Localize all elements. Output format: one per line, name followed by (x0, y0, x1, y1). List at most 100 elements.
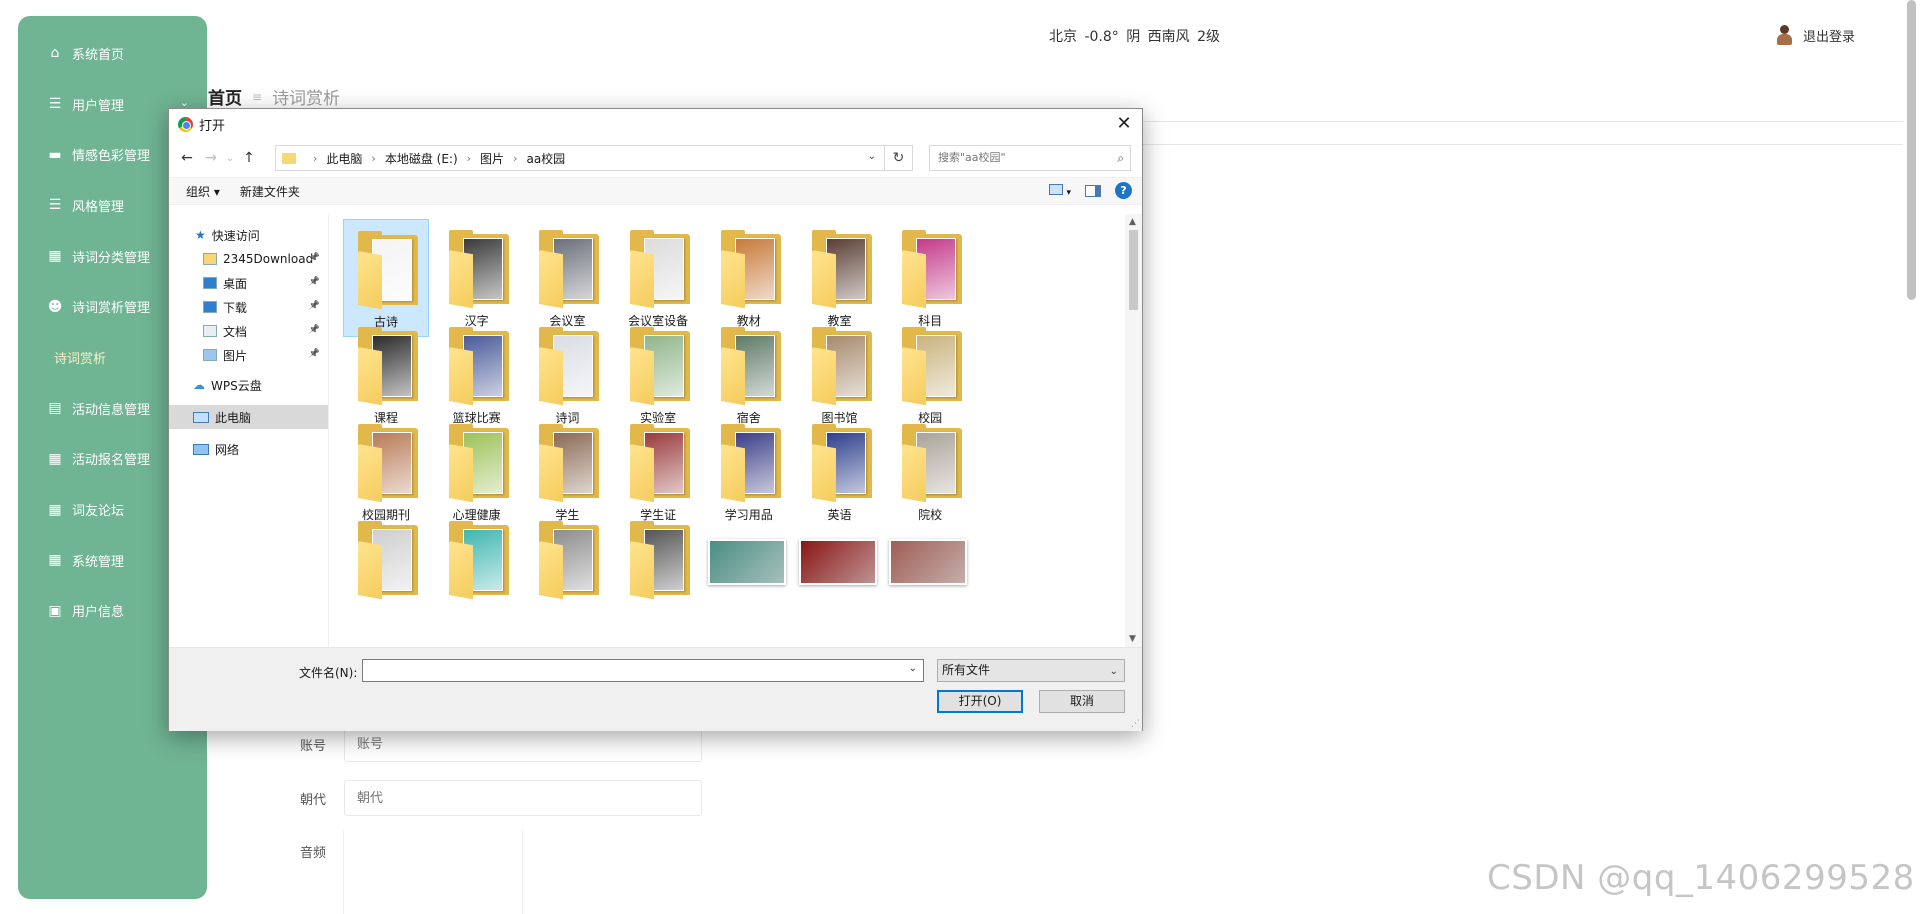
nav-this-pc[interactable]: 此电脑 (169, 405, 328, 429)
filename-input[interactable]: ⌄ (362, 659, 924, 682)
page-scrollbar-thumb[interactable] (1907, 0, 1916, 300)
nav-pinned-item[interactable]: 桌面 📌 (169, 271, 328, 295)
breadcrumb-current: 诗词赏析 (272, 89, 341, 109)
sidebar-item-label: 活动报名管理 (72, 453, 151, 469)
grid-icon: ▦ (48, 552, 62, 569)
chevron-down-icon[interactable]: ⌄ (909, 663, 917, 674)
folder-icon (713, 422, 785, 503)
sidebar-item-0[interactable]: ⌂ 系统首页 (18, 28, 207, 79)
sidebar-item-label: 用户信息 (72, 605, 125, 621)
folder-front (902, 250, 927, 309)
address-crumb[interactable]: 本地磁盘 (E:) (385, 150, 458, 167)
change-view-button[interactable]: ▾ (1048, 183, 1071, 198)
nav-pinned-item[interactable]: 图片 📌 (169, 343, 328, 367)
nav-pinned-item[interactable]: 文档 📌 (169, 319, 328, 343)
folder-front (448, 541, 473, 600)
file-grid-scrollbar[interactable]: ▲ ▼ (1125, 214, 1142, 647)
scroll-up-icon[interactable]: ▲ (1129, 217, 1136, 227)
scroll-down-icon[interactable]: ▼ (1129, 634, 1136, 644)
pin-icon[interactable]: 📌 (309, 349, 320, 359)
nav-pinned-item[interactable]: 2345Download 📌 (169, 247, 328, 271)
folder-icon (894, 325, 966, 406)
page-scrollbar[interactable] (1903, 0, 1920, 914)
folder-item[interactable] (524, 510, 610, 628)
grid-icon: ▦ (48, 501, 62, 518)
breadcrumb-home[interactable]: 首页 (208, 84, 242, 109)
logout-label: 退出登录 (1803, 29, 1856, 45)
monitor-icon: ▬ (48, 146, 62, 163)
organize-button[interactable]: 组织 ▾ (186, 183, 220, 200)
audio-upload-area[interactable] (343, 830, 523, 914)
folder-item[interactable] (343, 510, 429, 628)
up-arrow-icon[interactable]: ↑ (237, 150, 261, 166)
image-item[interactable] (706, 510, 792, 628)
new-folder-button[interactable]: 新建文件夹 (240, 183, 300, 200)
chevron-right-icon[interactable]: › (371, 152, 375, 165)
folder-icon (441, 325, 513, 406)
nav-quick-access[interactable]: ★ 快速访问 (169, 223, 328, 247)
account-input[interactable] (344, 726, 702, 762)
file-type-select[interactable]: 所有文件 ⌄ (937, 659, 1125, 682)
address-crumb[interactable]: aa校园 (526, 150, 565, 167)
folder-icon (203, 253, 217, 265)
view-icon (1048, 183, 1063, 195)
dialog-command-bar: 组织 ▾ 新建文件夹 ▾ ? (169, 177, 1142, 205)
folder-front (358, 251, 382, 310)
search-placeholder: 搜索"aa校园" (938, 151, 1006, 164)
audio-row: 音频 (300, 842, 344, 861)
address-crumb[interactable]: 此电脑 (326, 150, 362, 167)
help-icon[interactable]: ? (1115, 182, 1132, 199)
nav-pinned-item[interactable]: 下载 📌 (169, 295, 328, 319)
nav-network[interactable]: 网络 (169, 437, 328, 461)
chevron-right-icon[interactable]: › (513, 152, 517, 165)
address-crumb[interactable]: 图片 (480, 150, 504, 167)
folder-icon (804, 325, 876, 406)
chevron-down-icon[interactable]: ⌄ (868, 151, 876, 162)
recent-locations-icon[interactable]: ⌄ (223, 153, 237, 164)
card-icon: ▣ (48, 602, 62, 619)
pin-icon[interactable]: 📌 (309, 277, 320, 287)
nav-wps-cloud[interactable]: ☁ WPS云盘 (169, 373, 328, 397)
chevron-right-icon[interactable]: › (467, 152, 471, 165)
file-grid-scrollbar-thumb[interactable] (1129, 230, 1138, 310)
preview-pane-icon[interactable] (1085, 184, 1101, 197)
open-button[interactable]: 打开(O) (937, 690, 1023, 713)
sidebar-item-label: 用户管理 (72, 98, 125, 114)
address-bar[interactable]: › 此电脑 › 本地磁盘 (E:) › 图片 › aa校园 ⌄ (275, 145, 885, 171)
file-grid: 古诗 汉字 会议室 会议室设备 教材 教室 科目 课程 篮球比赛 诗词 实验室 宿舍 图书馆 校园 校园期刊… (341, 217, 1131, 647)
folder-icon (282, 152, 296, 164)
sidebar-item-label: 词友论坛 (72, 504, 125, 520)
resize-grip-icon[interactable]: ⋰ (1131, 719, 1140, 729)
pin-icon[interactable]: 📌 (309, 325, 320, 335)
image-item[interactable] (887, 510, 973, 628)
sidebar-item-label: 系统首页 (72, 47, 125, 63)
search-input[interactable]: 搜索"aa校园" ⌕ (929, 145, 1131, 171)
dynasty-input[interactable] (344, 780, 702, 816)
computer-icon (193, 411, 209, 423)
grid-icon: ▦ (48, 450, 62, 467)
logout-button[interactable]: 退出登录 (1775, 24, 1855, 46)
folder-front (448, 444, 473, 503)
breadcrumb-separator-icon: ≡ (252, 89, 263, 104)
chrome-icon (178, 116, 193, 132)
folder-item[interactable] (434, 510, 520, 628)
view-controls: ▾ ? (1048, 182, 1132, 199)
pin-icon[interactable]: 📌 (309, 301, 320, 311)
forward-arrow-icon[interactable]: → (199, 150, 223, 166)
chevron-right-icon[interactable]: › (313, 152, 317, 165)
cloud-icon: ☁ (193, 378, 205, 392)
sidebar-item-label: 情感色彩管理 (72, 149, 151, 165)
folder-front (630, 347, 655, 406)
weather-info: 北京 -0.8° 阴 西南风 2级 (1049, 29, 1221, 45)
refresh-icon[interactable]: ↻ (885, 145, 913, 171)
folder-icon (531, 325, 603, 406)
close-icon[interactable]: ✕ (1112, 113, 1136, 135)
folder-item[interactable] (615, 510, 701, 628)
image-item[interactable] (797, 510, 883, 628)
back-arrow-icon[interactable]: ← (175, 150, 199, 166)
sidebar-item-label: 系统管理 (72, 554, 125, 570)
chevron-down-icon[interactable]: ⌄ (180, 96, 189, 109)
pin-icon[interactable]: 📌 (309, 253, 320, 263)
cancel-button[interactable]: 取消 (1039, 690, 1125, 713)
star-icon: ★ (195, 228, 206, 242)
